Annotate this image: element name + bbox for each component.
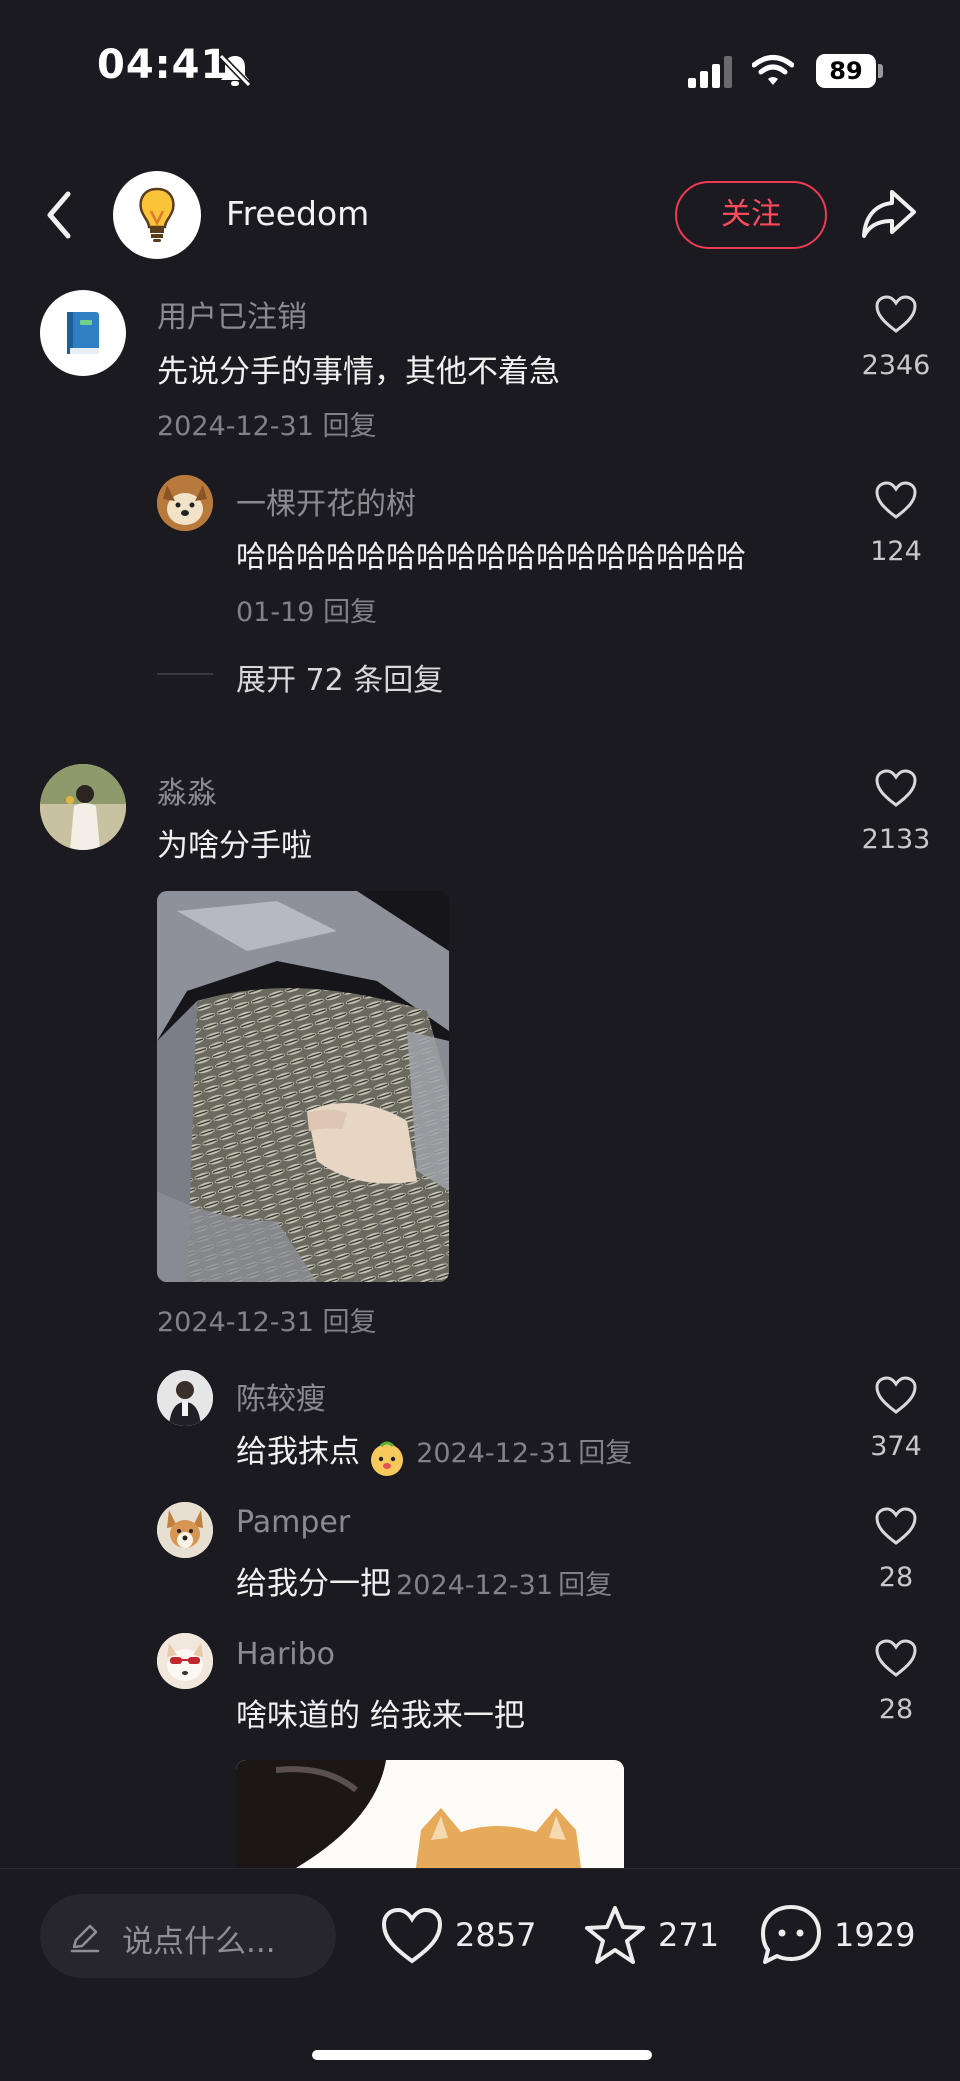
reply-row: 给我分一把 2024-12-31 回复 — [236, 1558, 612, 1603]
expand-divider — [157, 673, 213, 675]
replier-avatar[interactable] — [157, 475, 213, 531]
book-icon — [67, 312, 99, 354]
reply-link[interactable]: 回复 — [323, 597, 377, 628]
heart-icon[interactable] — [874, 1375, 918, 1415]
comment-image-seeds[interactable] — [157, 891, 449, 1282]
comment-text: 先说分手的事情，其他不着急 — [157, 354, 560, 390]
reply-row: 给我抹点 2024-12-31 回复 — [236, 1426, 632, 1478]
wifi-icon — [752, 55, 794, 85]
emoji-sticker — [367, 1438, 407, 1478]
replier-avatar[interactable] — [157, 1633, 213, 1689]
reply-text: 给我分一把 — [236, 1566, 391, 1602]
signal-icon — [688, 56, 732, 88]
back-chevron-icon[interactable] — [40, 188, 80, 242]
follow-button[interactable]: 关注 — [675, 181, 827, 249]
sunglasses-dog-avatar-icon — [157, 1633, 213, 1689]
corgi-avatar-icon — [157, 1502, 213, 1558]
battery-indicator: 89 — [816, 54, 876, 88]
heart-icon[interactable] — [874, 1506, 918, 1546]
home-indicator[interactable] — [312, 2050, 652, 2060]
comment-date: 2024-12-31 — [157, 411, 314, 442]
heart-icon[interactable] — [874, 768, 918, 808]
reply-username[interactable]: 一棵开花的树 — [236, 479, 416, 523]
reply-date: 2024-12-31 — [416, 1438, 574, 1469]
author-avatar[interactable] — [113, 171, 201, 259]
heart-icon[interactable] — [874, 480, 918, 520]
post-like-count: 2857 — [455, 1916, 537, 1954]
replier-avatar[interactable] — [157, 1370, 213, 1426]
comment-text: 为啥分手啦 — [157, 828, 312, 864]
star-icon[interactable] — [582, 1904, 648, 1968]
reply-meta: 01-19 回复 — [236, 590, 377, 629]
share-icon[interactable] — [860, 186, 918, 242]
comment-bubble-icon[interactable] — [758, 1902, 824, 1968]
battery-tip — [878, 64, 883, 78]
dog-avatar-icon — [157, 475, 213, 531]
comment-username[interactable]: 用户已注销 — [157, 292, 307, 336]
cute-face-emoji-icon — [371, 1441, 404, 1476]
comment-username[interactable]: 淼淼 — [157, 768, 217, 812]
like-heart-icon[interactable] — [380, 1906, 444, 1966]
like-count: 28 — [878, 1694, 914, 1725]
girl-photo-avatar — [40, 764, 126, 850]
like-count: 2133 — [861, 824, 931, 855]
comment-meta: 2024-12-31 回复 — [157, 1300, 377, 1339]
reply-link[interactable]: 回复 — [323, 411, 377, 442]
reply-text: 给我抹点 — [236, 1434, 360, 1470]
commenter-avatar[interactable] — [40, 764, 126, 850]
lightbulb-icon — [139, 187, 175, 242]
like-count: 28 — [878, 1562, 914, 1593]
post-comment-count: 1929 — [834, 1916, 916, 1954]
heart-icon[interactable] — [874, 1638, 918, 1678]
status-time: 04:41 — [97, 42, 230, 88]
pencil-icon — [70, 1924, 100, 1953]
reply-link[interactable]: 回复 — [558, 1570, 612, 1601]
comment-date: 2024-12-31 — [157, 1307, 314, 1338]
like-count: 2346 — [861, 350, 931, 381]
reply-username[interactable]: 陈较瘦 — [236, 1374, 326, 1418]
reply-image-shiba[interactable] — [236, 1760, 624, 1868]
reply-username[interactable]: Pamper — [236, 1505, 350, 1540]
like-count: 374 — [870, 1431, 922, 1462]
reply-link[interactable]: 回复 — [323, 1307, 377, 1338]
heart-icon[interactable] — [874, 294, 918, 334]
post-favorite-count: 271 — [658, 1916, 720, 1954]
replier-avatar[interactable] — [157, 1502, 213, 1558]
reply-username[interactable]: Haribo — [236, 1637, 335, 1672]
expand-replies-link[interactable]: 展开 72 条回复 — [236, 655, 443, 699]
comment-meta: 2024-12-31 回复 — [157, 404, 377, 443]
mute-bell-icon — [218, 53, 252, 88]
like-count: 124 — [870, 536, 922, 567]
author-name[interactable]: Freedom — [226, 194, 369, 233]
reply-text: 啥味道的 给我来一把 — [236, 1698, 525, 1734]
reply-date: 01-19 — [236, 597, 315, 628]
reply-text: 哈哈哈哈哈哈哈哈哈哈哈哈哈哈哈哈哈 — [236, 540, 746, 575]
person-avatar-icon — [157, 1370, 213, 1426]
comment-input-placeholder[interactable]: 说点什么... — [122, 1916, 276, 1961]
reply-link[interactable]: 回复 — [578, 1438, 632, 1469]
commenter-avatar[interactable] — [40, 290, 126, 376]
reply-date: 2024-12-31 — [396, 1570, 554, 1601]
